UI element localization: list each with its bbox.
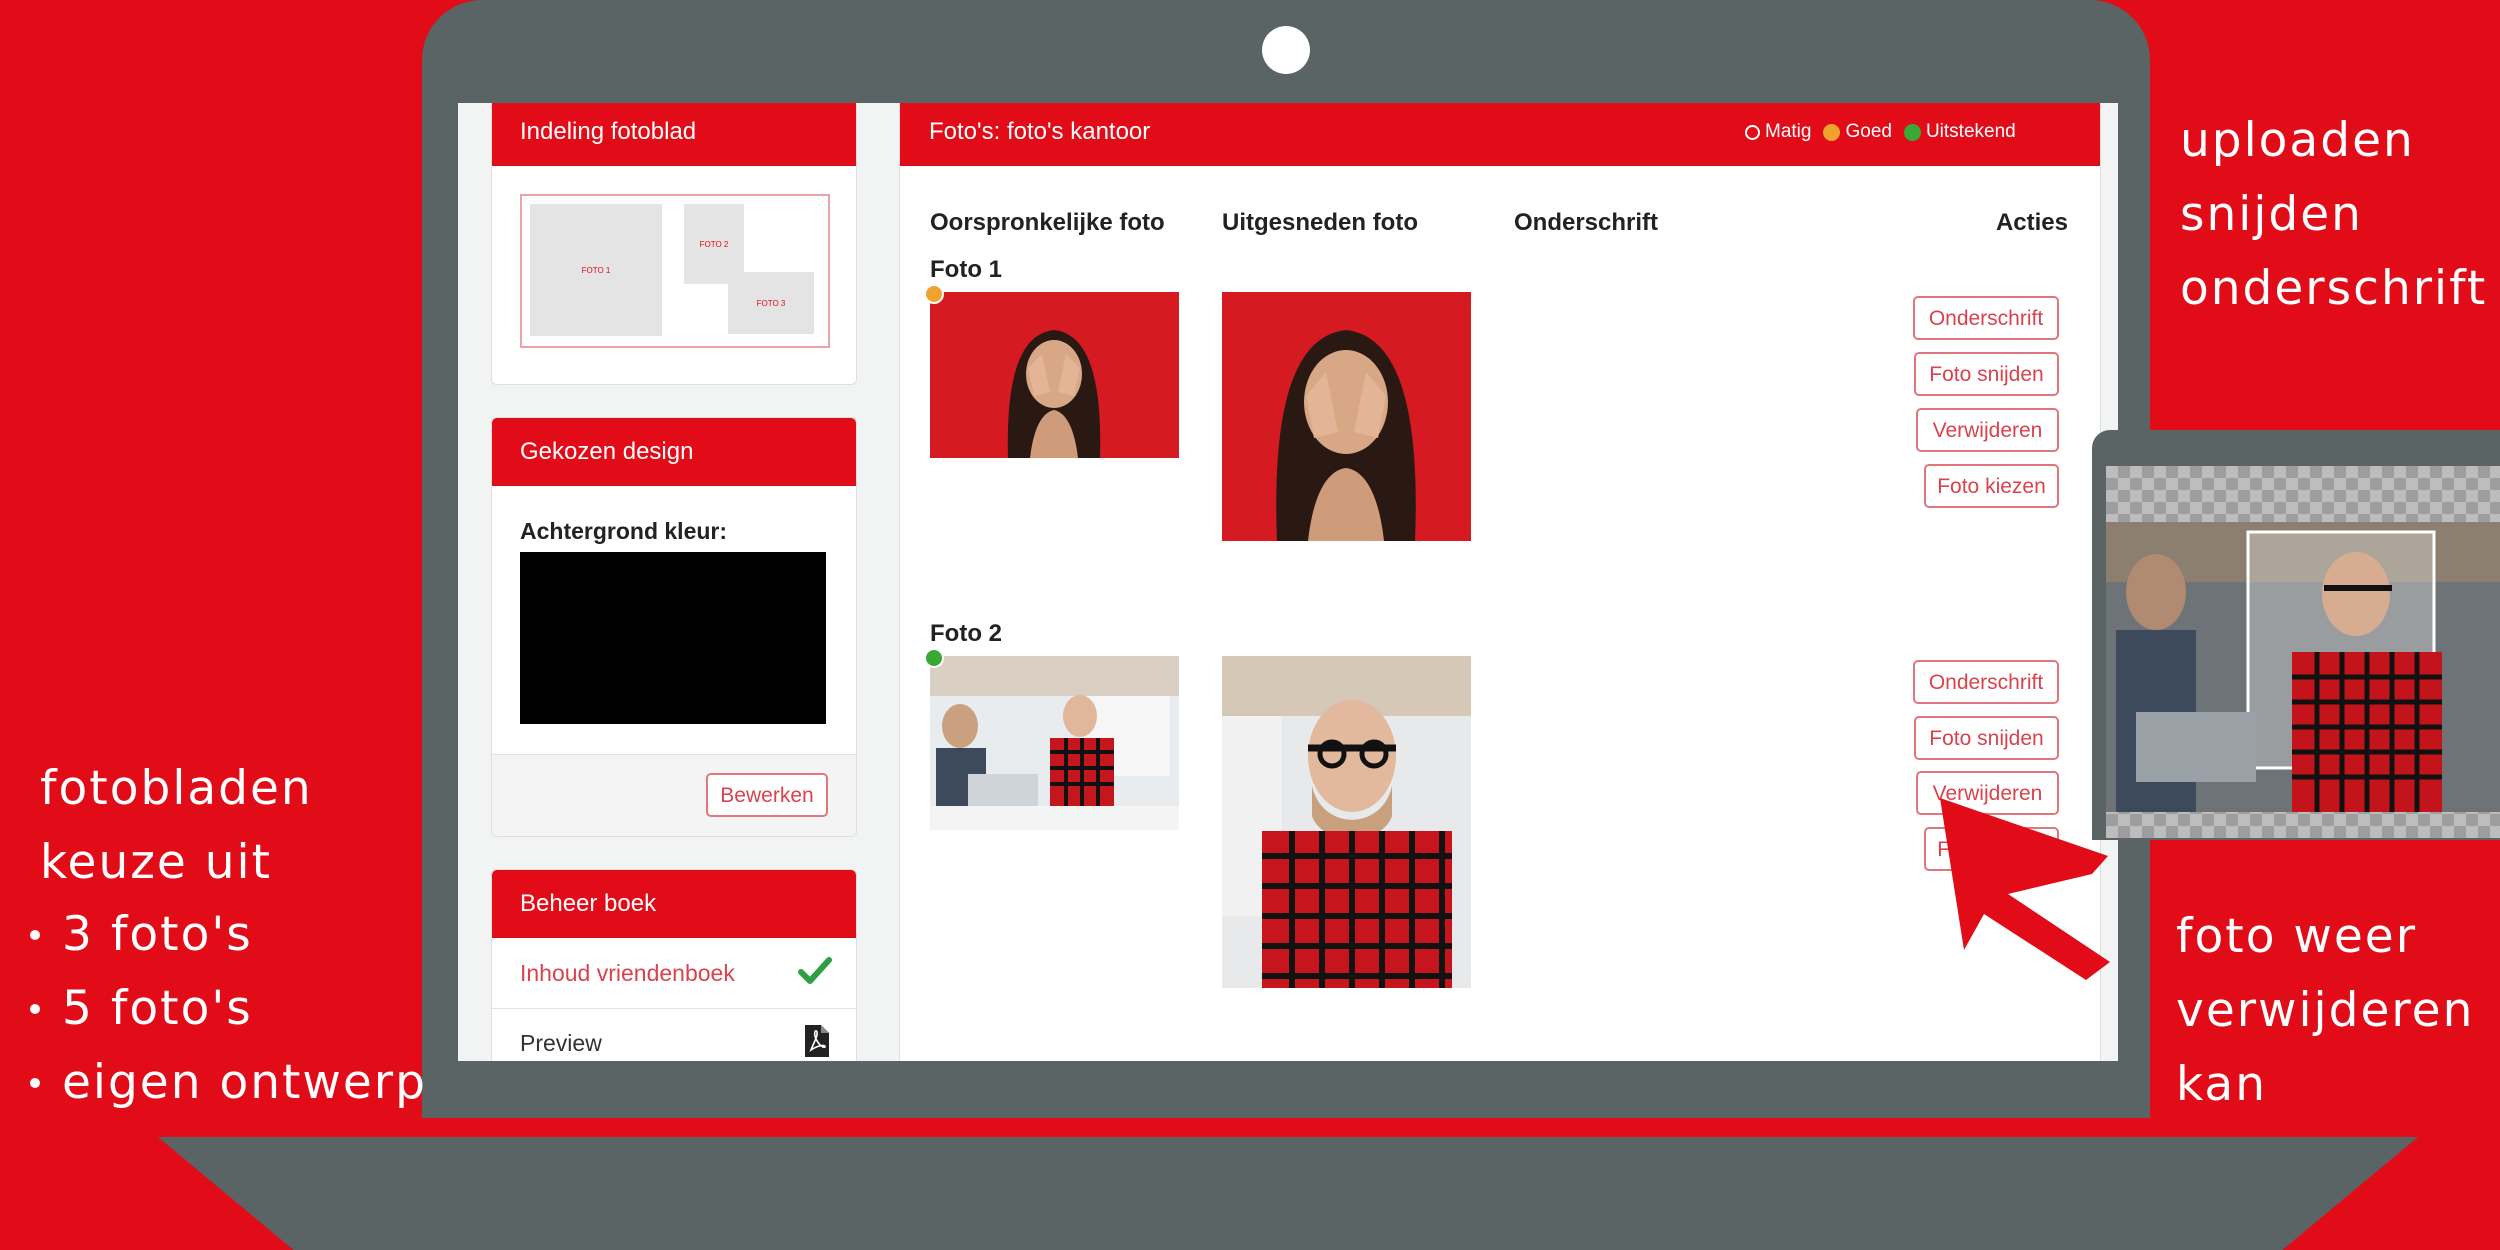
quality-indicator-icon [924,648,944,668]
webcam [1262,26,1310,74]
layout-slot: FOTO 1 [530,204,662,336]
quality-indicator-icon [924,284,944,304]
caption-button[interactable]: Onderschrift [1913,660,2059,704]
delete-button[interactable]: Verwijderen [1916,408,2059,452]
annotation-bottom-right: foto weer verwijderen kan [2176,900,2474,1122]
column-header-actions: Acties [1995,209,2068,236]
annotation-bullet: 3 foto's [62,907,253,962]
crop-photo-button[interactable]: Foto snijden [1914,352,2059,396]
menu-item-contents[interactable]: Inhoud vriendenboek [492,938,856,1009]
annotation-line: onderschrift [2180,261,2488,316]
manage-panel: Beheer boek Inhoud vriendenboek Preview [491,869,857,1061]
annotation-bullet: eigen ontwerp [62,1055,427,1110]
menu-item-label: Inhoud vriendenboek [520,960,735,986]
annotation-top-right: uploaden snijden onderschrift [2180,104,2487,326]
menu-item-preview[interactable]: Preview [492,1008,856,1061]
annotation-bullet: 5 foto's [62,981,253,1036]
legend-matig: Matig [1745,121,1811,143]
edit-design-button[interactable]: Bewerken [706,773,828,817]
legend-goed: Goed [1823,121,1892,143]
annotation-left-heading: fotobladen keuze uit [40,752,313,900]
background-color-label: Achtergrond kleur: [520,518,728,544]
annotation-line: uploaden [2180,113,2415,168]
quality-dot-icon [1745,124,1760,140]
legend-uitstekend: Uitstekend [1903,121,2016,143]
cropped-photo[interactable] [1222,656,1471,988]
annotation-line: keuze uit [40,835,273,890]
crop-photo-button[interactable]: Foto snijden [1914,716,2059,760]
manage-panel-title: Beheer boek [492,870,856,938]
design-panel: Gekozen design Achtergrond kleur: Bewerk… [491,417,857,837]
layout-slot: FOTO 3 [728,272,814,334]
quality-legend: Matig Goed Uitstekend [1745,120,2016,144]
app-screen: Indeling fotoblad FOTO 1 FOTO 2 FOTO 3 G… [458,103,2118,1061]
annotation-line: snijden [2180,187,2363,242]
annotation-line: foto weer [2176,909,2418,964]
legend-label: Goed [1845,121,1892,142]
choose-photo-button[interactable]: Foto kiezen [1924,464,2059,508]
layout-panel: Indeling fotoblad FOTO 1 FOTO 2 FOTO 3 [491,103,857,385]
original-photo[interactable] [930,656,1179,830]
design-panel-footer: Bewerken [492,754,856,836]
annotation-line: verwijderen [2176,983,2475,1038]
pdf-icon [804,1024,830,1061]
bullet-icon [30,930,40,940]
crop-preview[interactable] [2106,466,2500,838]
photo-row-label: Foto 1 [930,256,1002,283]
background-color-swatch [520,552,826,724]
legend-label: Uitstekend [1925,121,2016,142]
column-header-cropped: Uitgesneden foto [1222,209,1418,236]
checkmark-icon [798,956,832,991]
laptop-base [158,1137,2418,1250]
layout-preview[interactable]: FOTO 1 FOTO 2 FOTO 3 [520,194,830,348]
red-arrow-icon [1940,798,2110,980]
quality-dot-icon [1903,123,1921,141]
cropped-photo[interactable] [1222,292,1471,541]
design-panel-title: Gekozen design [492,418,856,486]
legend-label: Matig [1765,121,1812,142]
bullet-icon [30,1004,40,1014]
column-header-original: Oorspronkelijke foto [930,209,1165,236]
original-photo[interactable] [930,292,1179,458]
annotation-line: kan [2176,1057,2267,1112]
layout-panel-title: Indeling fotoblad [492,103,856,166]
menu-item-label: Preview [520,1030,602,1056]
annotation-line: fotobladen [40,761,313,816]
bullet-icon [30,1078,40,1088]
photo-row-label: Foto 2 [930,620,1002,647]
column-header-caption: Onderschrift [1514,209,1659,236]
caption-button[interactable]: Onderschrift [1913,296,2059,340]
quality-dot-icon [1823,123,1841,141]
